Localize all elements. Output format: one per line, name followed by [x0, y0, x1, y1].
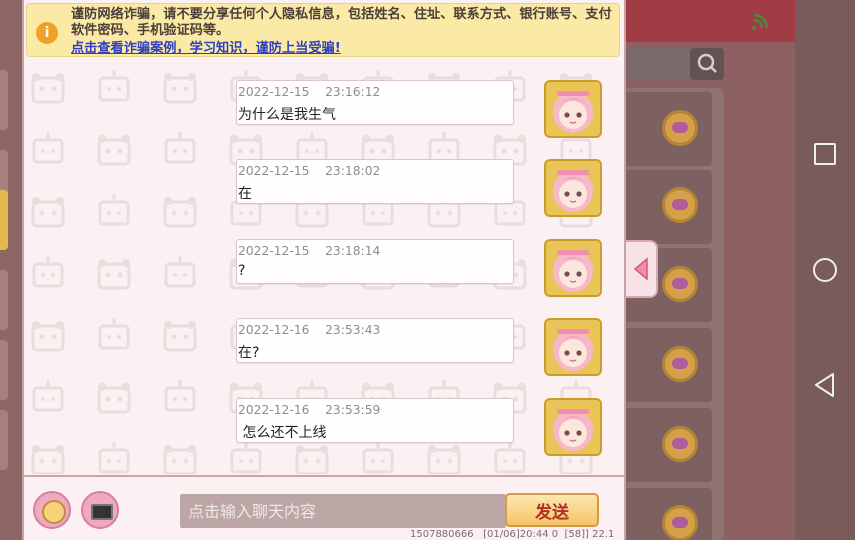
fraud-warning-banner: i 谨防网络诈骗，请不要分享任何个人隐私信息，包括姓名、住址、联系方式、银行账号…: [26, 3, 620, 57]
background-left-tab: [0, 340, 8, 400]
message-text: ?: [238, 263, 246, 279]
chat-bubble-icon: [662, 505, 698, 540]
warning-text: 谨防网络诈骗，请不要分享任何个人隐私信息，包括姓名、住址、联系方式、银行账号、支…: [71, 7, 612, 38]
message-text: 在?: [238, 345, 260, 361]
fraud-cases-link[interactable]: 点击查看诈骗案例，学习知识，谨防上当受骗!: [71, 41, 341, 56]
avatar[interactable]: [544, 318, 602, 376]
keyboard-button[interactable]: [81, 491, 119, 529]
search-icon: [690, 48, 724, 80]
chat-bubble-icon: [662, 266, 698, 302]
message-row: 2022-12-15 23:18:02 在: [24, 159, 624, 229]
avatar[interactable]: [544, 398, 602, 456]
avatar[interactable]: [544, 239, 602, 297]
message-timestamp: 2022-12-16 23:53:59: [238, 403, 381, 417]
message-bubble[interactable]: 2022-12-15 23:18:14 ?: [236, 239, 514, 284]
avatar[interactable]: [544, 80, 602, 138]
info-icon: i: [36, 22, 58, 44]
message-bubble[interactable]: 2022-12-16 23:53:43 在?: [236, 318, 514, 363]
background-left-panel: [0, 0, 22, 540]
message-row: 2022-12-15 23:18:14 ?: [24, 239, 624, 309]
character-portrait: [546, 82, 600, 136]
chat-bubble-icon: [662, 187, 698, 223]
send-button[interactable]: 发送: [505, 493, 599, 527]
chat-message-input[interactable]: [180, 494, 506, 528]
message-bubble[interactable]: 2022-12-16 23:53:59 怎么还不上线: [236, 398, 514, 443]
chat-bubble-icon: [662, 346, 698, 382]
message-list[interactable]: 2022-12-15 23:16:12 为什么是我生气 2022-12-15 2…: [24, 58, 624, 474]
chevron-left-icon: [633, 257, 648, 281]
background-left-tab: [0, 70, 8, 130]
footer-info-text: 1507880666 [01/06]20:44 0 [58]] 22.1: [410, 529, 615, 540]
message-row: 2022-12-15 23:16:12 为什么是我生气: [24, 80, 624, 150]
message-bubble[interactable]: 2022-12-15 23:16:12 为什么是我生气: [236, 80, 514, 125]
background-left-tab: [0, 270, 8, 330]
character-portrait: [546, 241, 600, 295]
message-bubble[interactable]: 2022-12-15 23:18:02 在: [236, 159, 514, 204]
avatar[interactable]: [544, 159, 602, 217]
message-row: 2022-12-16 23:53:59 怎么还不上线: [24, 398, 624, 468]
message-timestamp: 2022-12-16 23:53:43: [238, 323, 381, 337]
message-text: 怎么还不上线: [238, 425, 327, 441]
signal-icon: [752, 12, 770, 30]
collapse-panel-button[interactable]: [626, 240, 658, 298]
character-portrait: [546, 400, 600, 454]
message-text: 在: [238, 186, 252, 202]
background-left-tab: [0, 410, 8, 470]
message-timestamp: 2022-12-15 23:16:12: [238, 85, 381, 99]
character-portrait: [546, 320, 600, 374]
character-portrait: [546, 161, 600, 215]
back-icon[interactable]: [811, 371, 839, 399]
message-text: 为什么是我生气: [238, 107, 336, 123]
chat-bubble-icon: [662, 426, 698, 462]
chat-input-bar: 发送 1507880666 [01/06]20:44 0 [58]] 22.1: [24, 475, 624, 540]
recent-apps-icon[interactable]: [811, 140, 839, 168]
message-timestamp: 2022-12-15 23:18:14: [238, 244, 381, 258]
chat-bubble-icon: [662, 110, 698, 146]
home-icon[interactable]: [811, 256, 839, 284]
message-timestamp: 2022-12-15 23:18:02: [238, 164, 381, 178]
background-left-tab-active: [0, 190, 8, 250]
message-row: 2022-12-16 23:53:43 在?: [24, 318, 624, 388]
emoji-button[interactable]: [33, 491, 71, 529]
